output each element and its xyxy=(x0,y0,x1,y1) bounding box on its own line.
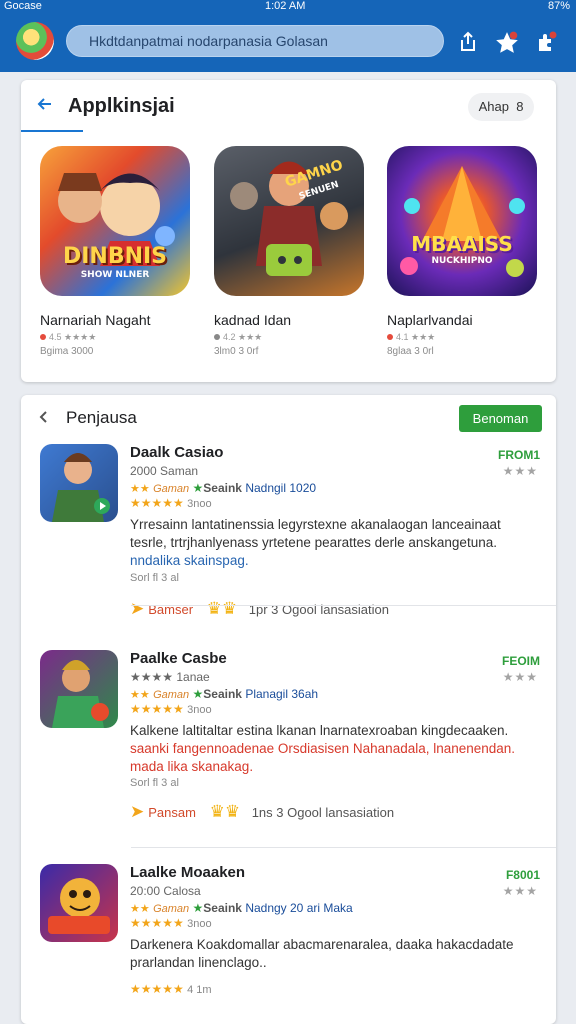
app-star-rating: ★★★★★ 3noo xyxy=(130,702,212,716)
app-footer: ➤ Bamser ♛♛ 1pr 3 Ogool lansasiation xyxy=(130,599,389,618)
search-bar[interactable] xyxy=(66,25,444,57)
app-meta: 8glaa 3 0rl xyxy=(387,346,434,357)
apps-list-card: Penjausa Benoman Daalk Casiao 2000 Saman… xyxy=(21,395,556,1024)
art-subtitle: SHOW NLNER xyxy=(80,270,150,280)
app-description: Darkenera Koakdomallar abacmarenaralea, … xyxy=(130,937,514,970)
divider xyxy=(131,605,556,606)
app-rating: 4.5 ★★★★ xyxy=(40,332,96,343)
footer-count: 1ns 3 Ogool lansasiation xyxy=(251,805,395,820)
app-name[interactable]: Daalk Casiao xyxy=(130,444,223,461)
app-subtitle: ★★★★ 1anae xyxy=(130,670,210,684)
app-meta: Bgima 3000 xyxy=(40,346,94,357)
featured-title: Applkinsjai xyxy=(68,95,175,117)
app-name[interactable]: Naplarlvandai xyxy=(387,312,473,328)
featured-app-row: DINBNIS SHOW NLNER Narnariah Nagaht 4.5 … xyxy=(21,146,556,376)
app-small-meta: Sorl fl 3 al xyxy=(130,572,179,584)
featured-apps-card: Applkinsjai Ahap 8 DINBNIS SHOW NLNER Na… xyxy=(21,80,556,382)
app-star-rating: ★★★★★ 3noo xyxy=(130,916,212,930)
search-input[interactable] xyxy=(67,26,443,56)
list-title: Penjausa xyxy=(66,408,137,427)
sort-count: 8 xyxy=(516,99,524,114)
app-rating: 4.2 ★★★ xyxy=(214,332,262,343)
status-bar: Gocase 1:02 AM 87% xyxy=(0,0,576,14)
app-tags: ★★ Gaman ★Seaink Nadngy 20 ari Maka xyxy=(130,901,353,915)
app-description: Kalkene laltitaltar estina lkanan lnarna… xyxy=(130,723,516,774)
art-subtitle: NUCKHIPNO xyxy=(431,256,493,266)
crown-icon: ♛♛ xyxy=(206,599,238,618)
app-star-rating: ★★★★★ 3noo xyxy=(130,496,212,510)
app-description: Yrresainn lantatinenssia legyrstexne aka… xyxy=(130,517,501,568)
list-item[interactable]: Daalk Casiao 2000 Saman FROM1 ★★★ ★★ Gam… xyxy=(21,444,556,624)
app-subtitle: 2000 Saman xyxy=(130,464,199,478)
list-item[interactable]: Paalke Casbe ★★★★ 1anae FEOIM ★★★ ★★ Gam… xyxy=(21,650,556,830)
price-rating: ★★★ xyxy=(502,884,538,898)
app-price: FROM1 xyxy=(498,448,540,462)
sort-label: Ahap xyxy=(478,99,509,114)
app-rating: 4.1 ★★★ xyxy=(387,332,435,343)
app-artwork[interactable]: DINBNIS SHOW NLNER xyxy=(40,146,190,296)
divider xyxy=(131,847,556,848)
star-icon[interactable] xyxy=(494,30,518,54)
crown-icon: ♛♛ xyxy=(209,802,241,821)
footer-tag: Pansam xyxy=(148,805,196,820)
app-star-rating-secondary: ★★★★★ 4 1m xyxy=(130,982,212,996)
app-thumbnail[interactable] xyxy=(40,650,118,728)
clock: 1:02 AM xyxy=(265,0,306,12)
art-title: MBAAISS xyxy=(411,232,513,256)
tab-indicator xyxy=(21,130,83,132)
app-name[interactable]: Paalke Casbe xyxy=(130,650,227,667)
app-header: Gocase 1:02 AM 87% xyxy=(0,0,576,72)
list-item[interactable]: Laalke Moaaken 20:00 Calosa F8001 ★★★ ★★… xyxy=(21,864,556,1014)
battery-level: 87% xyxy=(547,0,570,12)
app-small-meta: Sorl fl 3 al xyxy=(130,777,179,789)
app-price: F8001 xyxy=(505,868,540,882)
app-logo[interactable] xyxy=(16,22,54,60)
app-name[interactable]: kadnad Idan xyxy=(214,312,291,328)
carrier-label: Gocase xyxy=(4,0,42,12)
app-thumbnail[interactable] xyxy=(40,864,118,942)
share-icon[interactable] xyxy=(456,30,480,54)
app-tags: ★★ Gaman ★Seaink Planagil 36ah xyxy=(130,687,319,701)
app-footer: ➤ Pansam ♛♛ 1ns 3 Ogool lansasiation xyxy=(130,802,395,821)
price-rating: ★★★ xyxy=(502,464,538,478)
chevron-left-icon[interactable] xyxy=(37,410,51,424)
app-price: FEOIM xyxy=(502,654,540,668)
puzzle-icon[interactable] xyxy=(535,30,559,54)
back-arrow-icon[interactable] xyxy=(37,96,53,112)
price-rating: ★★★ xyxy=(502,670,538,684)
app-name[interactable]: Laalke Moaaken xyxy=(130,864,245,881)
app-subtitle: 20:00 Calosa xyxy=(130,884,201,898)
app-tags: ★★ Gaman ★Seaink Nadngil 1020 xyxy=(130,481,317,495)
sort-chip[interactable]: Ahap 8 xyxy=(468,93,534,121)
app-artwork[interactable]: MBAAISS NUCKHIPNO xyxy=(387,146,537,296)
app-meta: 3lm0 3 0rf xyxy=(214,346,259,357)
app-artwork[interactable]: GAMNO SENUEN xyxy=(214,146,364,296)
list-action-button[interactable]: Benoman xyxy=(459,405,542,432)
art-title: DINBNIS xyxy=(62,244,168,269)
app-thumbnail[interactable] xyxy=(40,444,118,522)
app-name[interactable]: Narnariah Nagaht xyxy=(40,312,151,328)
